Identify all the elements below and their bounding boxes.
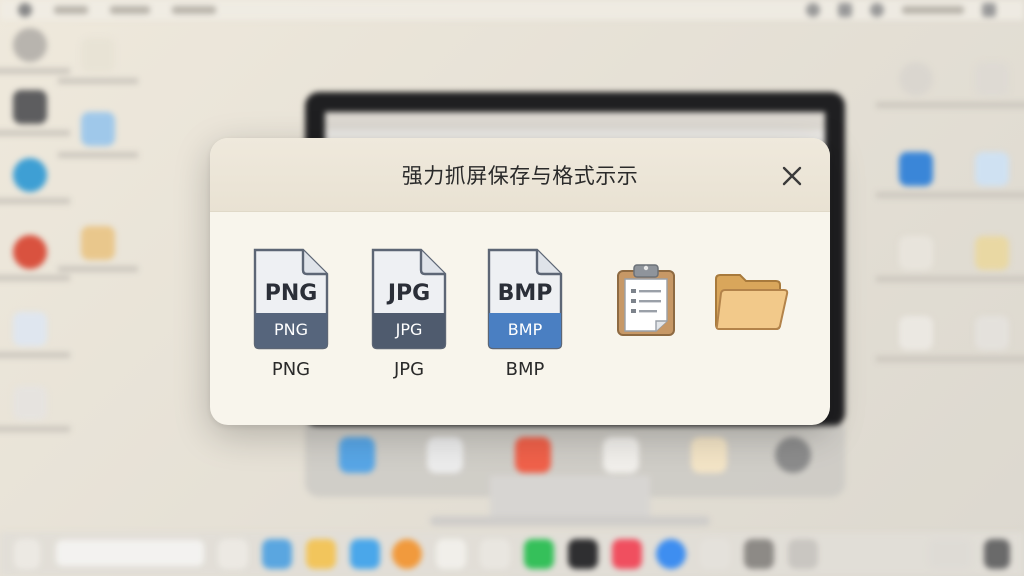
jpg-file-label: JPG: [387, 281, 431, 306]
desktop-icon: [58, 226, 138, 272]
taskbar-search: [56, 540, 204, 566]
save-format-dialog: 强力抓屏保存与格式示示 PNG PNG PNG JPG JPG JPG BMP …: [210, 138, 830, 425]
desktop-icon: [0, 386, 70, 432]
desktop-icon: [952, 62, 1024, 108]
desktop-icon: [876, 152, 956, 198]
png-file-label: PNG: [264, 281, 318, 306]
wifi-icon: [870, 3, 884, 17]
desktop-icon: [0, 235, 70, 281]
bmp-format-button[interactable]: BMP BMP BMP: [480, 247, 570, 380]
desktop-icon: [0, 28, 70, 74]
png-format-button[interactable]: PNG PNG PNG: [246, 247, 336, 380]
desktop-icon: [876, 62, 956, 108]
desktop-icon: [952, 316, 1024, 362]
dialog-title: 强力抓屏保存与格式示示: [401, 164, 639, 188]
menu-bar: [0, 0, 1024, 20]
png-band-label: PNG: [273, 320, 308, 339]
clipboard-icon: [617, 264, 675, 336]
jpg-caption: JPG: [393, 359, 425, 380]
close-icon: [782, 166, 802, 186]
format-options: PNG PNG PNG JPG JPG JPG BMP BMP BMP: [210, 211, 830, 425]
desktop-icon: [876, 316, 956, 362]
taskbar: [0, 532, 1024, 576]
bmp-band-label: BMP: [507, 320, 543, 339]
apple-icon: [18, 3, 32, 17]
jpg-format-button[interactable]: JPG JPG JPG: [364, 247, 454, 380]
desktop-icon: [952, 236, 1024, 282]
bmp-caption: BMP: [505, 359, 545, 380]
desktop-icon: [0, 90, 70, 136]
desktop-icon: [0, 158, 70, 204]
desktop-icon: [952, 152, 1024, 198]
status-icon: [982, 3, 996, 17]
desktop-icon: [876, 236, 956, 282]
jpg-band-label: JPG: [395, 320, 423, 339]
desktop-icon: [0, 312, 70, 358]
folder-icon: [715, 274, 789, 330]
desktop-icon: [58, 112, 138, 158]
close-button[interactable]: [778, 162, 806, 190]
png-caption: PNG: [271, 359, 311, 380]
status-icon: [838, 3, 852, 17]
bmp-file-label: BMP: [497, 281, 553, 306]
copy-to-clipboard-button[interactable]: [614, 263, 678, 339]
open-folder-button[interactable]: [712, 269, 790, 333]
desktop-icon: [58, 38, 138, 84]
status-icon: [806, 3, 820, 17]
